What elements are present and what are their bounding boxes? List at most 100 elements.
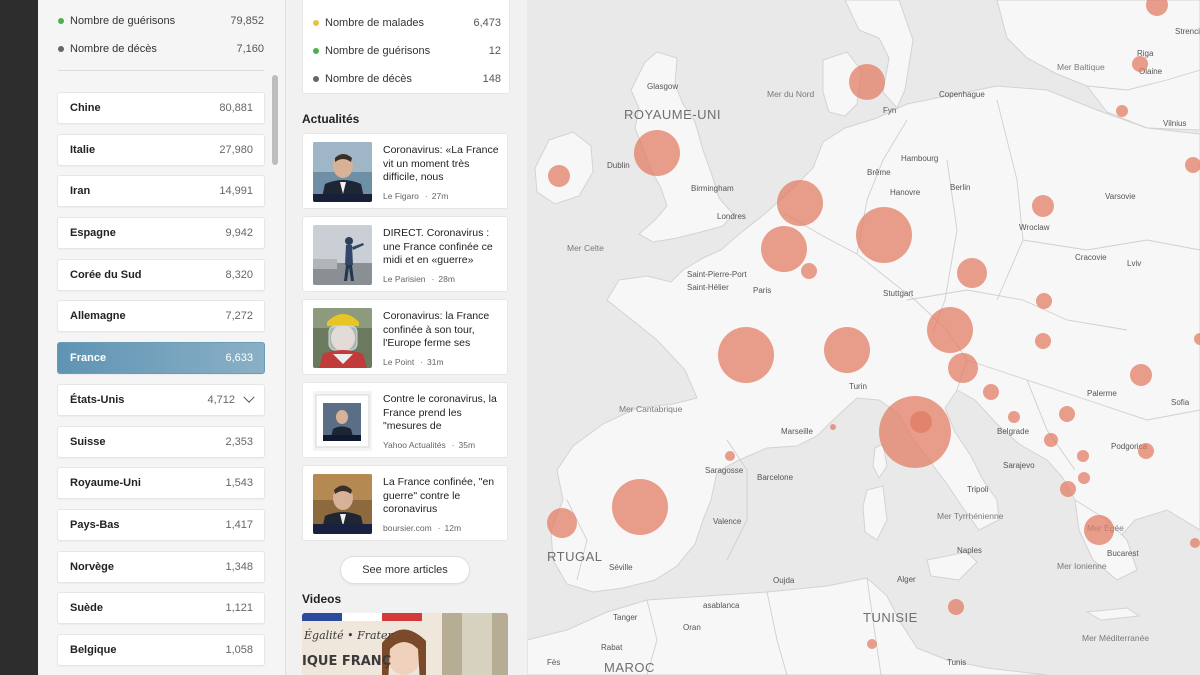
case-bubble[interactable] bbox=[957, 258, 987, 288]
article-image-icon bbox=[313, 391, 372, 451]
country-item-coree-du-sud[interactable]: Corée du Sud 8,320 bbox=[57, 258, 265, 291]
country-item-italie[interactable]: Italie 27,980 bbox=[57, 133, 265, 166]
map-label-city: Berlin bbox=[950, 183, 970, 192]
case-bubble[interactable] bbox=[1032, 195, 1054, 217]
case-bubble[interactable] bbox=[1190, 538, 1200, 548]
map-label-city: Hambourg bbox=[901, 154, 938, 163]
case-bubble[interactable] bbox=[824, 327, 870, 373]
map-label-country: RTUGAL bbox=[547, 549, 603, 564]
map-label-city: Dublin bbox=[607, 161, 630, 170]
case-bubble[interactable] bbox=[1130, 364, 1152, 386]
case-bubble[interactable] bbox=[948, 599, 964, 615]
case-bubble[interactable] bbox=[718, 327, 774, 383]
article-image-icon bbox=[313, 308, 372, 368]
country-item-suisse[interactable]: Suisse 2,353 bbox=[57, 425, 265, 458]
case-bubble[interactable] bbox=[777, 180, 823, 226]
news-article-card[interactable]: Coronavirus: «La France vit un moment tr… bbox=[302, 133, 508, 209]
map-label-sea: Mer Tyrrhénienne bbox=[937, 511, 1004, 521]
yellow-dot-icon bbox=[313, 20, 319, 26]
world-deaths-stat: Nombre de décès 7,160 bbox=[58, 39, 264, 59]
land-sardinia bbox=[862, 485, 888, 541]
video-thumbnail[interactable]: Égalité • Frater IQUE FRANÇ bbox=[302, 613, 508, 675]
map-label-city: Séville bbox=[609, 563, 633, 572]
news-article-card[interactable]: La France confinée, "en guerre" contre l… bbox=[302, 465, 508, 541]
case-bubble[interactable] bbox=[761, 226, 807, 272]
case-bubble[interactable] bbox=[867, 639, 877, 649]
map-label-city: Sofia bbox=[1171, 398, 1190, 407]
world-recovered-stat: Nombre de guérisons 79,852 bbox=[58, 11, 264, 31]
case-bubble[interactable] bbox=[948, 353, 978, 383]
map-label-city: Sarajevo bbox=[1003, 461, 1035, 470]
country-list: Chine 80,881 Italie 27,980 Iran 14,991 Espa… bbox=[57, 92, 265, 675]
news-article-card[interactable]: Contre le coronavirus, la France prend l… bbox=[302, 382, 508, 458]
map-label-country: MAROC bbox=[604, 660, 655, 675]
case-bubble[interactable] bbox=[1084, 515, 1114, 545]
map-label-city: Fès bbox=[547, 658, 560, 667]
article-meta: boursier.com · 12m bbox=[383, 523, 462, 533]
news-article-card[interactable]: DIRECT. Coronavirus : une France confiné… bbox=[302, 216, 508, 292]
case-bubble[interactable] bbox=[1059, 406, 1075, 422]
country-item-norvege[interactable]: Norvège 1,348 bbox=[57, 550, 265, 583]
case-bubble[interactable] bbox=[1078, 472, 1090, 484]
country-item-royaume-uni[interactable]: Royaume-Uni 1,543 bbox=[57, 467, 265, 500]
case-bubble[interactable] bbox=[1060, 481, 1076, 497]
map-label-sea: Mer Méditerranée bbox=[1082, 633, 1149, 643]
article-meta: Le Figaro · 27m bbox=[383, 191, 449, 201]
video-caption-line-1: Égalité • Frater bbox=[303, 628, 393, 642]
case-bubble[interactable] bbox=[1116, 105, 1128, 117]
video-caption-line-2: IQUE FRANÇ bbox=[302, 654, 391, 669]
country-detail-panel: Nombre de malades 6,473 Nombre de guéris… bbox=[285, 0, 527, 675]
map-canvas[interactable]: ROYAUME-UNI TUNISIE MAROC RTUGAL Mer du Nord… bbox=[527, 0, 1200, 675]
case-bubble[interactable] bbox=[634, 130, 680, 176]
map-label-city: Strenci bbox=[1175, 27, 1200, 36]
article-thumbnail bbox=[313, 474, 372, 534]
case-bubble[interactable] bbox=[547, 508, 577, 538]
case-bubble[interactable] bbox=[1077, 450, 1089, 462]
article-meta: Yahoo Actualités · 35m bbox=[383, 440, 476, 450]
country-stats-card: Nombre de malades 6,473 Nombre de guéris… bbox=[302, 0, 510, 94]
case-bubble[interactable] bbox=[801, 263, 817, 279]
map-label-city: Bucarest bbox=[1107, 549, 1139, 558]
country-item-espagne[interactable]: Espagne 9,942 bbox=[57, 217, 265, 250]
case-bubble[interactable] bbox=[1036, 293, 1052, 309]
case-bubble[interactable] bbox=[879, 396, 951, 468]
map-label-city: Barcelone bbox=[757, 473, 794, 482]
case-bubble[interactable] bbox=[725, 451, 735, 461]
case-bubble[interactable] bbox=[910, 411, 932, 433]
case-bubble[interactable] bbox=[1138, 443, 1154, 459]
news-article-card[interactable]: Coronavirus: la France confinée à son to… bbox=[302, 299, 508, 375]
country-item-suede[interactable]: Suède 1,121 bbox=[57, 592, 265, 625]
country-item-chine[interactable]: Chine 80,881 bbox=[57, 92, 265, 124]
case-bubble[interactable] bbox=[849, 64, 885, 100]
article-thumbnail bbox=[313, 308, 372, 368]
case-bubble[interactable] bbox=[1008, 411, 1020, 423]
article-thumbnail bbox=[313, 225, 372, 285]
map-label-city: Cracovie bbox=[1075, 253, 1107, 262]
case-bubble[interactable] bbox=[830, 424, 836, 430]
case-bubble[interactable] bbox=[927, 307, 973, 353]
country-item-iran[interactable]: Iran 14,991 bbox=[57, 175, 265, 208]
country-item-france-selected[interactable]: France 6,633 bbox=[57, 342, 265, 375]
map-label-city: Birmingham bbox=[691, 184, 734, 193]
case-bubble[interactable] bbox=[548, 165, 570, 187]
map-label-city: Varsovie bbox=[1105, 192, 1136, 201]
map-label-city: Oran bbox=[683, 623, 701, 632]
article-image-icon bbox=[313, 142, 372, 202]
country-item-allemagne[interactable]: Allemagne 7,272 bbox=[57, 300, 265, 333]
case-bubble[interactable] bbox=[612, 479, 668, 535]
country-list-scrollbar[interactable] bbox=[272, 75, 278, 165]
case-bubble[interactable] bbox=[1132, 56, 1148, 72]
chevron-down-icon[interactable] bbox=[243, 391, 255, 403]
country-list-panel: Nombre de guérisons 79,852 Nombre de déc… bbox=[38, 0, 285, 675]
map-label-city: Londres bbox=[717, 212, 746, 221]
country-item-belgique[interactable]: Belgique 1,058 bbox=[57, 633, 265, 666]
country-item-pays-bas[interactable]: Pays-Bas 1,417 bbox=[57, 508, 265, 541]
case-bubble[interactable] bbox=[856, 207, 912, 263]
case-bubble[interactable] bbox=[983, 384, 999, 400]
see-more-articles-button[interactable]: See more articles bbox=[340, 556, 470, 584]
case-bubble[interactable] bbox=[1035, 333, 1051, 349]
map-label-country: ROYAUME-UNI bbox=[624, 107, 721, 122]
country-item-etats-unis[interactable]: États-Unis 4,712 bbox=[57, 383, 265, 416]
case-bubble[interactable] bbox=[1044, 433, 1058, 447]
europe-map[interactable]: ROYAUME-UNI TUNISIE MAROC RTUGAL Mer du Nord… bbox=[527, 0, 1200, 675]
